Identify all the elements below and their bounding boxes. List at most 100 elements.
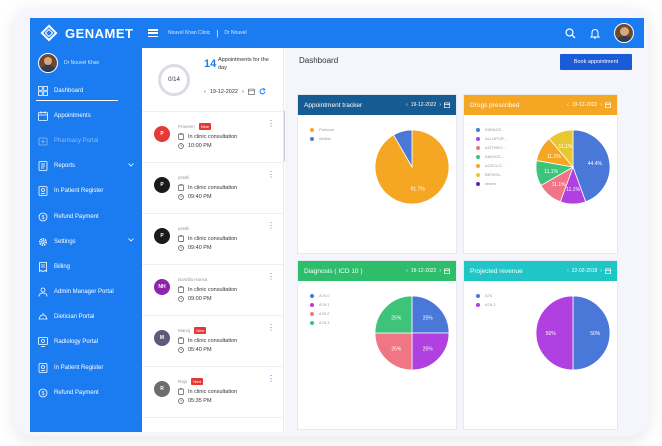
refund-icon: $ xyxy=(38,388,48,398)
diagnosis-widget: Diagnosis ( ICD 10 ) ‹ 19-12-2022 › A76.0 A76… xyxy=(297,260,457,430)
sidebar-item-billing[interactable]: Billing xyxy=(30,254,142,279)
sidebar-nav: Dashboard Appointments Pharmacy Portal R… xyxy=(30,78,142,405)
patient-name[interactable]: Raju xyxy=(178,379,187,384)
calendar-icon[interactable] xyxy=(247,88,255,95)
appointment-time: 05:40 PM xyxy=(188,347,212,353)
patient-avatar: P xyxy=(154,177,170,193)
patient-name[interactable]: prathi xyxy=(178,175,189,180)
clock-icon xyxy=(178,245,184,251)
more-options-icon[interactable]: ⋮ xyxy=(267,324,275,332)
sidebar-item-label: Refund Payment xyxy=(54,213,99,220)
sidebar-item-refund-payment-2[interactable]: $ Refund Payment xyxy=(30,380,142,405)
bell-icon[interactable] xyxy=(590,28,600,39)
appointment-card[interactable]: M Manoj New In clinic consultation 05:40 PM ⋮ xyxy=(142,316,283,367)
patient-name[interactable]: prathi xyxy=(178,226,189,231)
more-options-icon[interactable]: ⋮ xyxy=(267,273,275,281)
breadcrumb-clinic[interactable]: Nouvel Khan Clinic xyxy=(168,30,210,36)
drugs-prescribed-widget: Drugs prescribed ‹ 19-12-2022 › PARACE... ALL… xyxy=(463,94,618,254)
register-icon xyxy=(38,362,48,373)
clock-icon xyxy=(178,194,184,200)
appointments-panel: 0/14 14 Appointments for the day ‹ 19-12… xyxy=(142,48,287,432)
clock-icon xyxy=(178,398,184,404)
appointment-tracker-widget: Appointment tracker ‹ 19-12-2022 › Prebook Wa… xyxy=(297,94,457,254)
radiology-icon xyxy=(38,337,48,348)
sidebar-item-dietician[interactable]: Dietician Portal xyxy=(30,305,142,330)
appointment-time: 09:40 PM xyxy=(188,194,212,200)
patient-avatar: M xyxy=(154,330,170,346)
patient-name[interactable]: Nasrilla Harisa xyxy=(178,277,207,282)
svg-text:$: $ xyxy=(42,391,45,397)
patient-avatar: NH xyxy=(154,279,170,295)
appointment-card[interactable]: R Raju New In clinic consultation 05:35 PM ⋮ xyxy=(142,367,283,418)
pie-data-label: 25% xyxy=(391,315,402,321)
gear-icon xyxy=(38,237,48,246)
breadcrumb-doctor[interactable]: Dr Nouvel xyxy=(224,30,246,36)
sidebar-item-dashboard[interactable]: Dashboard xyxy=(30,78,142,103)
app-screen: GENAMET Nouvel Khan Clinic | Dr Nouvel D… xyxy=(30,18,644,432)
more-options-icon[interactable]: ⋮ xyxy=(267,171,275,179)
clipboard-icon xyxy=(178,184,184,191)
progress-ring: 0/14 xyxy=(158,63,190,96)
appointment-card[interactable]: NH Nasrilla Harisa In clinic consultation 0… xyxy=(142,265,283,316)
menu-icon[interactable] xyxy=(148,29,158,37)
sidebar-item-pharmacy[interactable]: Pharmacy Portal xyxy=(30,128,142,153)
avatar xyxy=(38,53,58,73)
pie-data-label: 11.1% xyxy=(566,187,580,193)
pie-data-label: 91.7% xyxy=(411,186,426,192)
appointment-card[interactable]: P Praveen New In clinic consultation 10:00 P… xyxy=(142,112,283,163)
grid-icon xyxy=(38,85,48,96)
patient-name[interactable]: Manoj xyxy=(178,328,190,333)
consultation-type: In clinic consultation xyxy=(188,133,238,140)
top-bar: GENAMET Nouvel Khan Clinic | Dr Nouvel xyxy=(30,18,644,48)
sidebar-item-appointments[interactable]: Appointments xyxy=(30,103,142,128)
pie-data-label: 25% xyxy=(423,347,434,353)
sidebar-item-in-patient-register[interactable]: In Patient Register xyxy=(30,179,142,204)
breadcrumb: Nouvel Khan Clinic | Dr Nouvel xyxy=(168,29,247,38)
more-options-icon[interactable]: ⋮ xyxy=(267,222,275,230)
sidebar-item-reports[interactable]: Reports xyxy=(30,154,142,179)
sidebar-item-refund-payment[interactable]: $ Refund Payment xyxy=(30,204,142,229)
more-options-icon[interactable]: ⋮ xyxy=(267,120,275,128)
sidebar-item-label: Billing xyxy=(54,263,71,270)
appointment-time: 09:40 PM xyxy=(188,245,212,251)
appointment-card[interactable]: Pprathi In clinic consultation 09:40 PM ⋮ xyxy=(142,214,283,265)
sidebar-profile[interactable]: Dr Nouvel Khan xyxy=(30,48,142,78)
sidebar-item-settings[interactable]: Settings xyxy=(30,229,142,254)
svg-text:$: $ xyxy=(42,215,45,221)
search-icon[interactable] xyxy=(565,27,576,39)
pie-data-label: 25% xyxy=(391,347,402,353)
pie-data-label: 11.1% xyxy=(552,182,566,188)
pie-data-label: 11.1% xyxy=(559,144,573,150)
reports-icon xyxy=(38,161,48,172)
consultation-type: In clinic consultation xyxy=(188,286,238,293)
appointment-card[interactable]: Pprathi In clinic consultation 09:40 PM ⋮ xyxy=(142,163,283,214)
device-frame: GENAMET Nouvel Khan Clinic | Dr Nouvel D… xyxy=(14,8,648,436)
new-badge: New xyxy=(194,326,207,334)
breadcrumb-separator: | xyxy=(216,28,219,38)
pie-data-label: 11.1% xyxy=(544,169,558,175)
sidebar: Dr Nouvel Khan Dashboard Appointments Ph… xyxy=(30,48,142,432)
pie-data-label: 11.1% xyxy=(547,154,561,160)
clock-icon xyxy=(178,143,184,149)
chevron-right-icon[interactable]: › xyxy=(242,89,244,95)
refresh-icon[interactable] xyxy=(259,88,266,95)
chevron-left-icon[interactable]: ‹ xyxy=(204,89,206,95)
sidebar-item-label: Dietician Portal xyxy=(54,314,95,321)
more-options-icon[interactable]: ⋮ xyxy=(267,375,275,383)
date-picker[interactable]: ‹ 19-12-2022 › xyxy=(204,88,266,95)
book-appointment-button[interactable]: Book appointment xyxy=(560,54,632,70)
sidebar-item-radiology[interactable]: Radiology Portal xyxy=(30,330,142,355)
patient-name[interactable]: Praveen xyxy=(178,124,195,129)
brand[interactable]: GENAMET xyxy=(30,18,142,48)
sidebar-item-admin-manager[interactable]: Admin Manager Portal xyxy=(30,280,142,305)
dietician-icon xyxy=(38,313,48,320)
refund-icon: $ xyxy=(38,212,48,221)
user-avatar[interactable] xyxy=(614,23,634,43)
clipboard-icon xyxy=(178,388,184,395)
projected-revenue-widget: Projected revenue ‹ 22-02-2018 › A76 A76.2 50%… xyxy=(463,260,618,430)
pie-data-label: 44.4% xyxy=(588,161,603,167)
sidebar-item-in-patient-register-2[interactable]: In Patient Register xyxy=(30,355,142,380)
clipboard-icon xyxy=(178,235,184,242)
brand-name: GENAMET xyxy=(65,25,134,41)
selected-date: 19-12-2022 xyxy=(209,88,238,95)
